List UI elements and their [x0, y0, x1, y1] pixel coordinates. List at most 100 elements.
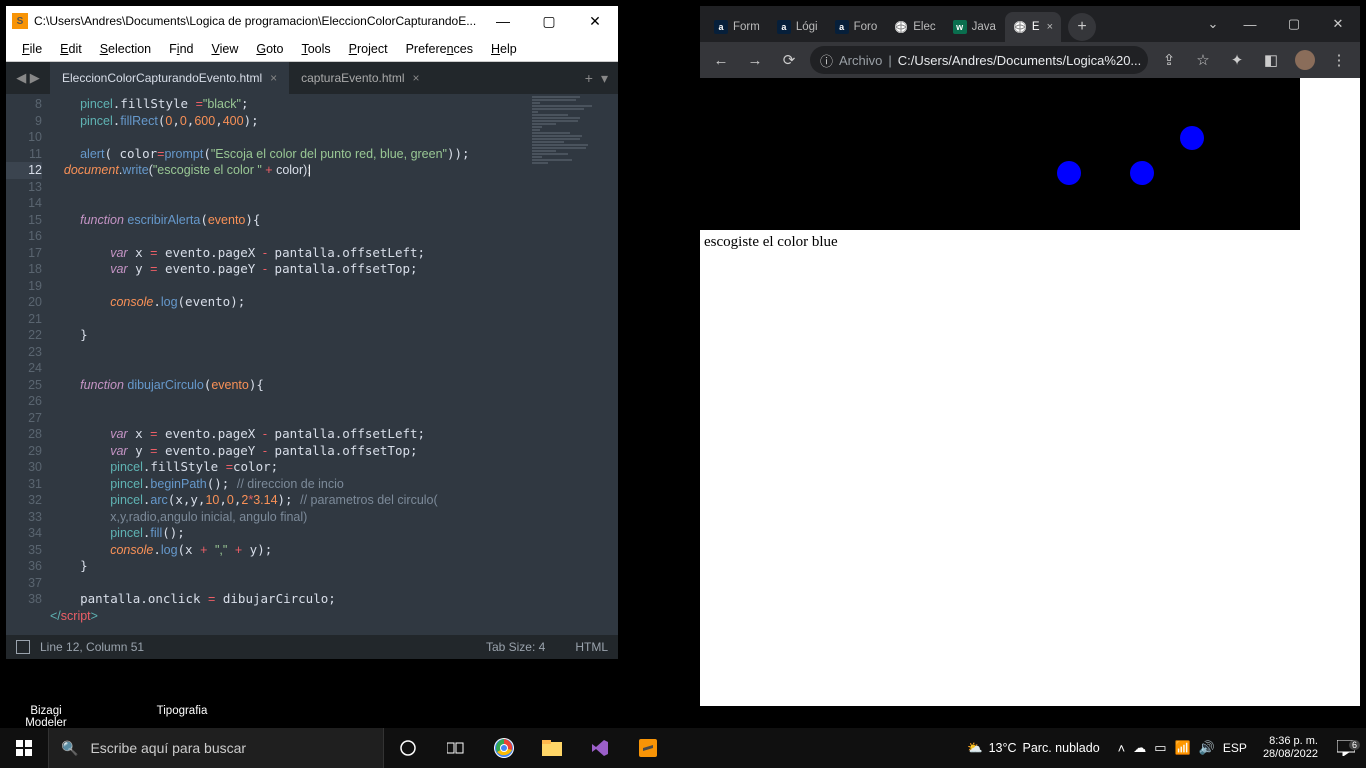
bookmark-icon[interactable]: ☆ — [1190, 47, 1216, 73]
start-button[interactable] — [0, 728, 48, 768]
tab-label: EleccionColorCapturandoEvento.html — [62, 71, 262, 85]
menu-help[interactable]: Help — [483, 38, 525, 60]
taskbar-app-icons — [384, 728, 672, 768]
reload-button[interactable]: ⟳ — [776, 47, 802, 73]
addr-scheme: Archivo — [839, 53, 882, 68]
chrome-tabstrip: aFormaLógiaForoElecwJavaE× + ⌄ — ▢ ✕ — [700, 6, 1360, 42]
menu-edit[interactable]: Edit — [52, 38, 90, 60]
battery-icon[interactable]: ▭ — [1154, 740, 1166, 756]
search-icon: 🔍 — [61, 740, 78, 757]
weather-icon: ⛅ — [967, 741, 983, 756]
file-icon: ⓘ — [820, 51, 833, 70]
action-center-icon[interactable]: 6 — [1326, 740, 1366, 756]
new-tab-button[interactable]: + — [1068, 13, 1096, 41]
canvas-dot — [1180, 126, 1204, 150]
system-tray: ˄ ☁ ▭ 📶 🔊 ESP — [1110, 740, 1255, 756]
browser-tab[interactable]: aForm — [706, 12, 768, 42]
sublime-app-icon: S — [12, 13, 28, 29]
canvas-dot — [1130, 161, 1154, 185]
page-output-text: escogiste el color blue — [704, 234, 838, 251]
sublime-statusbar: Line 12, Column 51 Tab Size: 4 HTML — [6, 635, 618, 659]
taskview-icon[interactable] — [432, 728, 480, 768]
close-tab-icon[interactable]: × — [1047, 21, 1053, 33]
maximize-button[interactable]: ▢ — [1272, 10, 1316, 38]
taskbar-clock[interactable]: 8:36 p. m. 28/08/2022 — [1255, 735, 1326, 761]
tab-overflow-icon[interactable]: ⌄ — [1198, 16, 1228, 32]
taskbar: 🔍 Escribe aquí para buscar ⛅ 13°C Parc. … — [0, 728, 1366, 768]
sublime-titlebar[interactable]: S C:\Users\Andres\Documents\Logica de pr… — [6, 6, 618, 36]
volume-icon[interactable]: 🔊 — [1199, 740, 1215, 756]
search-placeholder: Escribe aquí para buscar — [90, 740, 246, 756]
language-indicator[interactable]: ESP — [1223, 741, 1247, 755]
panel-toggle-icon[interactable] — [16, 640, 30, 654]
menu-selection[interactable]: Selection — [92, 38, 159, 60]
line-gutter: 8910111213141516171819202122232425262728… — [6, 94, 50, 635]
menu-view[interactable]: View — [203, 38, 246, 60]
chrome-app-icon[interactable] — [480, 728, 528, 768]
tab-nav-buttons[interactable]: ◀ ▶ — [6, 62, 50, 94]
editor-tab-active[interactable]: EleccionColorCapturandoEvento.html × — [50, 62, 289, 94]
desktop-icon[interactable]: Tipografia — [144, 663, 220, 717]
weather-desc: Parc. nublado — [1023, 741, 1100, 755]
notification-badge: 6 — [1349, 740, 1360, 750]
close-button[interactable]: ✕ — [1316, 10, 1360, 38]
sublime-title: C:\Users\Andres\Documents\Logica de prog… — [34, 14, 480, 28]
editor-tab[interactable]: capturaEvento.html × — [289, 62, 431, 94]
profile-avatar[interactable] — [1292, 47, 1318, 73]
back-button[interactable]: ← — [708, 47, 734, 73]
status-position[interactable]: Line 12, Column 51 — [40, 640, 144, 654]
cortana-icon[interactable] — [384, 728, 432, 768]
minimize-button[interactable]: — — [1228, 10, 1272, 38]
chrome-toolbar: ← → ⟳ ⓘ Archivo | C:/Users/Andres/Docume… — [700, 42, 1360, 78]
browser-tab[interactable]: wJava — [945, 12, 1004, 42]
sublime-tabbar: ◀ ▶ EleccionColorCapturandoEvento.html ×… — [6, 62, 618, 94]
canvas-dot — [1057, 161, 1081, 185]
address-bar[interactable]: ⓘ Archivo | C:/Users/Andres/Documents/Lo… — [810, 46, 1148, 74]
extensions-icon[interactable]: ✦ — [1224, 47, 1250, 73]
visualstudio-app-icon[interactable] — [576, 728, 624, 768]
menu-project[interactable]: Project — [341, 38, 396, 60]
editor-body[interactable]: 8910111213141516171819202122232425262728… — [6, 94, 618, 635]
sublime-window: S C:\Users\Andres\Documents\Logica de pr… — [6, 6, 618, 659]
desktop-icon[interactable]: Bizagi Modeler — [8, 663, 84, 729]
share-icon[interactable]: ⇪ — [1156, 47, 1182, 73]
minimap[interactable] — [532, 96, 612, 256]
minimize-button[interactable]: — — [480, 6, 526, 36]
clock-date: 28/08/2022 — [1263, 748, 1318, 761]
chrome-window: aFormaLógiaForoElecwJavaE× + ⌄ — ▢ ✕ ← →… — [700, 6, 1360, 706]
close-tab-icon[interactable]: × — [270, 71, 277, 85]
taskbar-search[interactable]: 🔍 Escribe aquí para buscar — [48, 728, 384, 768]
explorer-app-icon[interactable] — [528, 728, 576, 768]
menu-preferences[interactable]: Preferences — [398, 38, 481, 60]
page-content[interactable]: escogiste el color blue — [700, 78, 1360, 706]
sidepanel-icon[interactable]: ◧ — [1258, 47, 1284, 73]
tab-menu-button[interactable]: ▾ — [601, 70, 608, 87]
onedrive-icon[interactable]: ☁ — [1133, 740, 1146, 756]
tray-chevron-icon[interactable]: ˄ — [1118, 741, 1126, 756]
menu-goto[interactable]: Goto — [248, 38, 291, 60]
menu-find[interactable]: Find — [161, 38, 201, 60]
chrome-window-controls: ⌄ — ▢ ✕ — [1198, 6, 1360, 42]
status-language[interactable]: HTML — [575, 640, 608, 654]
clock-time: 8:36 p. m. — [1263, 735, 1318, 748]
new-tab-button[interactable]: + — [585, 70, 593, 86]
tab-label: capturaEvento.html — [301, 71, 404, 85]
menu-tools[interactable]: Tools — [293, 38, 338, 60]
close-tab-icon[interactable]: × — [413, 71, 420, 85]
weather-temp: 13°C — [989, 741, 1017, 755]
browser-tab[interactable]: Elec — [886, 12, 943, 42]
addr-path: C:/Users/Andres/Documents/Logica%20... — [898, 53, 1142, 68]
status-tabsize[interactable]: Tab Size: 4 — [486, 640, 545, 654]
menu-file[interactable]: File — [14, 38, 50, 60]
chrome-menu-icon[interactable]: ⋮ — [1326, 47, 1352, 73]
close-button[interactable]: ✕ — [572, 6, 618, 36]
maximize-button[interactable]: ▢ — [526, 6, 572, 36]
sublime-app-icon[interactable] — [624, 728, 672, 768]
taskbar-weather[interactable]: ⛅ 13°C Parc. nublado — [957, 741, 1110, 756]
canvas[interactable] — [700, 78, 1300, 230]
browser-tab[interactable]: aForo — [827, 12, 886, 42]
browser-tab[interactable]: aLógi — [769, 12, 826, 42]
wifi-icon[interactable]: 📶 — [1175, 740, 1191, 756]
browser-tab[interactable]: E× — [1005, 12, 1061, 42]
forward-button[interactable]: → — [742, 47, 768, 73]
